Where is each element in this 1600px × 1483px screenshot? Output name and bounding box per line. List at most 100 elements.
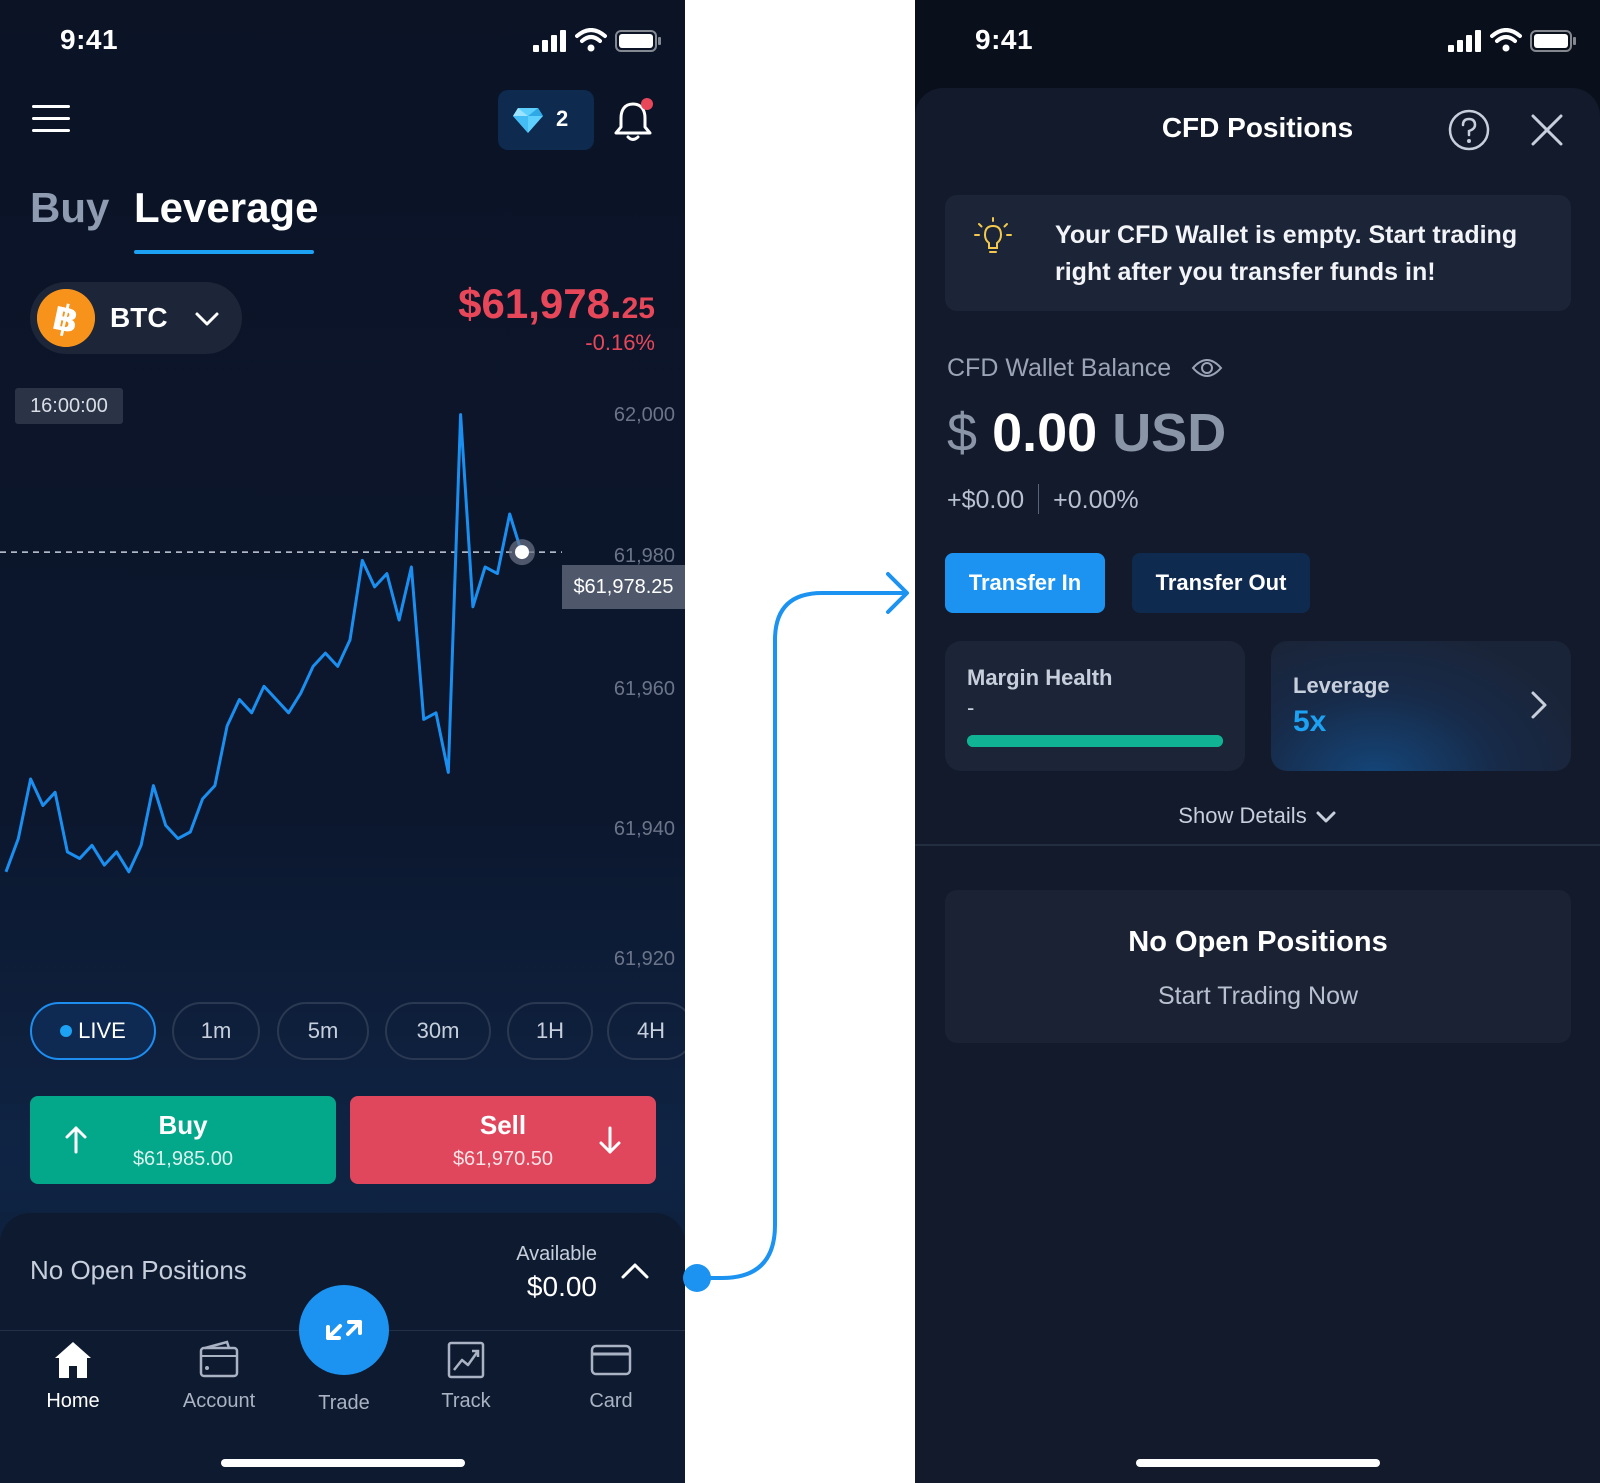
no-positions-card: No Open Positions Start Trading Now: [945, 890, 1571, 1043]
divider: [1038, 484, 1040, 514]
leverage-value: 5x: [1293, 705, 1327, 738]
trade-screen: 9:41 2 Buy Leverage ฿ BTC $61,978.25 -0.…: [0, 0, 685, 1483]
margin-health-value: -: [967, 695, 975, 720]
tab-buy[interactable]: Buy: [30, 184, 109, 232]
tab-leverage[interactable]: Leverage: [134, 184, 318, 232]
nav-trade[interactable]: Trade: [284, 1392, 404, 1415]
nav-home[interactable]: Home: [13, 1338, 133, 1413]
trade-fab[interactable]: [299, 1285, 389, 1375]
cellular-signal-icon: [533, 30, 566, 52]
timeframe-4h[interactable]: 4H: [607, 1002, 685, 1060]
eye-icon[interactable]: [1191, 354, 1223, 382]
close-icon[interactable]: [1529, 112, 1565, 148]
chart-icon: [447, 1341, 485, 1379]
current-price: $61,978.25: [458, 280, 655, 328]
battery-icon: [1530, 30, 1576, 52]
price-series-line: [4, 413, 524, 874]
price-cents: 25: [621, 292, 655, 325]
home-indicator: [1136, 1459, 1380, 1467]
swap-arrows-icon: [326, 1320, 362, 1340]
current-price-tag: $61,978.25: [562, 565, 685, 609]
no-open-positions-label: No Open Positions: [30, 1255, 247, 1285]
notification-bell-icon[interactable]: [612, 96, 656, 144]
start-trading-link[interactable]: Start Trading Now: [945, 982, 1571, 1011]
margin-health-bar: [967, 735, 1223, 747]
chevron-up-icon[interactable]: [619, 1257, 651, 1285]
battery-icon: [615, 30, 661, 52]
transfer-out-button[interactable]: Transfer Out: [1132, 553, 1310, 613]
bitcoin-icon: ฿: [37, 289, 95, 347]
coin-selector[interactable]: ฿ BTC: [30, 282, 242, 354]
live-dot-icon: [60, 1025, 73, 1037]
balance-currency: USD: [1112, 403, 1227, 463]
wallet-balance-value: $ 0.00 USD: [947, 402, 1226, 464]
status-time: 9:41: [60, 24, 119, 55]
leverage-card[interactable]: Leverage 5x: [1271, 641, 1571, 771]
buy-price: $61,985.00: [132, 1148, 234, 1170]
price-change: -0.16%: [585, 330, 655, 355]
last-price-marker: [515, 545, 529, 560]
balance-change-pct: +0.00%: [1053, 486, 1139, 514]
nav-account-label: Account: [182, 1390, 256, 1412]
gems-count: 2: [556, 106, 569, 131]
buy-button[interactable]: Buy $61,985.00: [30, 1096, 336, 1184]
nav-account[interactable]: Account: [159, 1338, 279, 1413]
nav-trade-label: Trade: [318, 1392, 370, 1414]
wallet-balance-label: CFD Wallet Balance: [947, 354, 1172, 382]
nav-home-label: Home: [46, 1390, 100, 1412]
cfd-positions-screen: 9:41 CFD Positions Your CFD Wallet is em…: [915, 0, 1600, 1483]
no-positions-title: No Open Positions: [1128, 926, 1388, 958]
arrow-down-icon: [599, 1126, 621, 1154]
balance-amount: 0.00: [992, 403, 1098, 463]
timeframe-selector: LIVE 1m 5m 30m 1H 4H: [30, 1002, 685, 1060]
lightbulb-icon: [974, 217, 1012, 253]
leverage-label: Leverage: [1293, 673, 1390, 698]
transfer-in-button[interactable]: Transfer In: [945, 553, 1105, 613]
home-icon: [55, 1342, 91, 1378]
timeframe-1m[interactable]: 1m: [172, 1002, 260, 1060]
balance-change: +$0.00 +0.00%: [947, 484, 1139, 515]
timeframe-live[interactable]: LIVE: [30, 1002, 156, 1060]
buy-label: Buy: [158, 1110, 208, 1140]
status-bar: 9:41: [0, 0, 685, 85]
gems-badge[interactable]: 2: [498, 90, 594, 150]
available-value: $0.00: [526, 1271, 597, 1302]
section-divider: [915, 844, 1600, 846]
card-icon: [590, 1344, 632, 1376]
show-details-toggle[interactable]: Show Details: [915, 803, 1600, 829]
tip-text: Your CFD Wallet is empty. Start trading …: [1055, 221, 1518, 286]
status-bar: 9:41: [915, 0, 1600, 85]
price-main: $61,978.: [458, 280, 622, 327]
balance-change-abs: +$0.00: [947, 486, 1025, 514]
cellular-signal-icon: [1448, 30, 1481, 52]
margin-health-card: Margin Health -: [945, 641, 1245, 771]
nav-track-label: Track: [441, 1390, 491, 1412]
active-tab-indicator: [134, 250, 314, 254]
home-indicator: [221, 1459, 465, 1467]
wallet-icon: [199, 1340, 239, 1378]
margin-health-label: Margin Health: [967, 665, 1113, 690]
timeframe-1h[interactable]: 1H: [507, 1002, 593, 1060]
nav-card[interactable]: Card: [551, 1338, 671, 1413]
sell-button[interactable]: Sell $61,970.50: [350, 1096, 656, 1184]
status-time: 9:41: [975, 24, 1034, 55]
price-chart[interactable]: [0, 380, 685, 980]
menu-icon[interactable]: [32, 105, 70, 135]
timeframe-5m[interactable]: 5m: [277, 1002, 369, 1060]
show-details-label: Show Details: [1178, 803, 1307, 828]
empty-wallet-tip: Your CFD Wallet is empty. Start trading …: [945, 195, 1571, 311]
nav-card-label: Card: [589, 1390, 633, 1412]
chevron-down-icon: [1316, 811, 1336, 823]
chevron-down-icon: [195, 312, 219, 326]
timeframe-live-label: LIVE: [78, 1018, 126, 1043]
timeframe-30m[interactable]: 30m: [385, 1002, 491, 1060]
margin-health-bar-fill: [967, 735, 1223, 747]
nav-track[interactable]: Track: [406, 1338, 526, 1413]
available-label: Available: [516, 1243, 597, 1265]
diamond-icon: [513, 108, 543, 133]
wifi-icon: [1490, 28, 1522, 52]
chevron-right-icon: [1531, 691, 1547, 719]
help-icon[interactable]: [1447, 108, 1491, 152]
balance-symbol: $: [947, 403, 978, 463]
coin-symbol: BTC: [110, 302, 168, 333]
